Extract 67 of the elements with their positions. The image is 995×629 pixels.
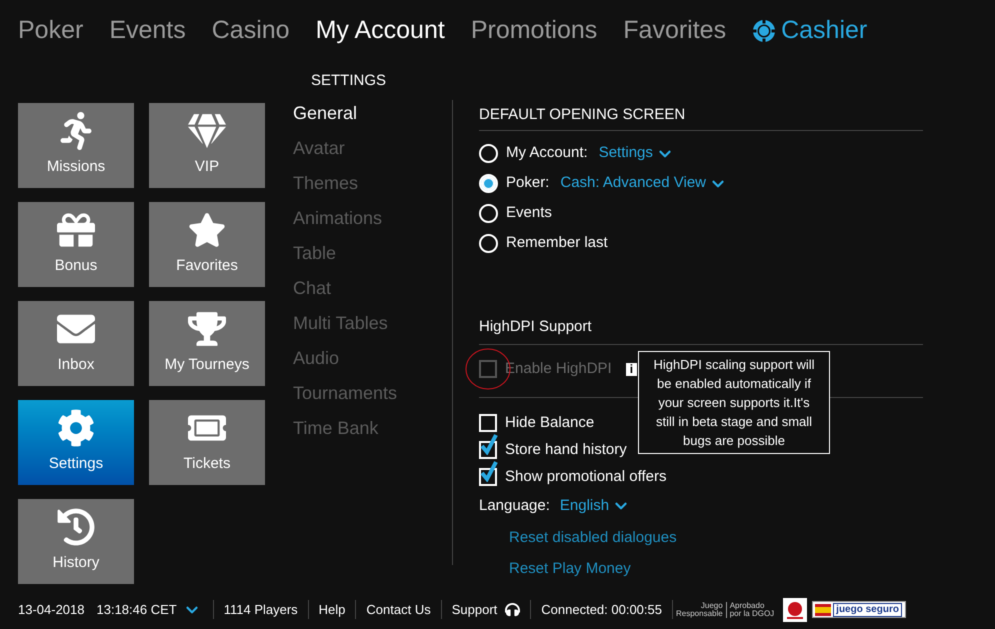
link[interactable]: Reset Play Money xyxy=(509,558,631,580)
settings-menu-item[interactable]: Audio xyxy=(293,347,452,370)
nav-tab[interactable]: Favorites xyxy=(623,12,726,50)
tooltip: HighDPI scaling support will be enabled automatically if your screen supports it.It's still in beta stage and small bugs are possible xyxy=(638,351,830,454)
menu-tile[interactable]: VIP xyxy=(149,103,265,188)
settings-menu-item[interactable]: Animations xyxy=(293,207,452,230)
nav-tab[interactable]: My Account xyxy=(316,12,445,50)
radio-button[interactable] xyxy=(479,174,498,193)
settings-menu-item[interactable]: Themes xyxy=(293,172,452,195)
nav-tab[interactable]: Events xyxy=(109,12,186,50)
radio-label: Poker: xyxy=(506,173,550,194)
settings-menu-item[interactable]: Avatar xyxy=(293,137,452,160)
language-label: Language: xyxy=(479,496,550,516)
nav-tab[interactable]: Promotions xyxy=(470,12,598,50)
dropdown[interactable]: Cash: Advanced View xyxy=(560,172,728,195)
help-link[interactable]: Help xyxy=(308,600,356,620)
menu-tile[interactable]: Favorites xyxy=(149,202,265,287)
section-heading: HighDPI Support xyxy=(479,316,923,345)
menu-tile[interactable]: Bonus xyxy=(18,202,134,287)
settings-menu-item[interactable]: General xyxy=(293,102,452,125)
language-dropdown[interactable]: English xyxy=(560,495,630,518)
gift-icon xyxy=(57,211,95,250)
radio-button[interactable] xyxy=(479,144,498,163)
menu-tile[interactable]: History xyxy=(18,499,134,584)
contact-link[interactable]: Contact Us xyxy=(356,600,442,620)
menu-tile[interactable]: My Tourneys xyxy=(149,301,265,386)
settings-menu-item[interactable]: Multi Tables xyxy=(293,312,452,335)
headset-icon xyxy=(505,602,520,617)
menu-tile[interactable]: Tickets xyxy=(149,400,265,485)
section-heading: DEFAULT OPENING SCREEN xyxy=(479,104,923,130)
settings-menu-item[interactable]: Tournaments xyxy=(293,382,452,405)
responsible-gaming-text: Juego Responsable xyxy=(673,602,727,618)
radio-label: Remember last xyxy=(506,233,608,254)
time-dropdown[interactable]: 13:18:46 CET xyxy=(96,600,214,620)
flag-icon xyxy=(815,604,832,616)
settings-menu-item[interactable]: Time Bank xyxy=(293,417,452,440)
nav-tab[interactable]: Poker xyxy=(18,12,84,50)
dropdown[interactable]: Settings xyxy=(598,142,674,165)
dgoj-approval-text: Aprobado por la DGOJ xyxy=(728,602,776,618)
nav-tab[interactable]: Cashier xyxy=(752,12,868,50)
nav-tab[interactable]: Casino xyxy=(212,12,290,50)
safe-gaming-badge: juego seguro xyxy=(812,601,906,618)
diamond-icon xyxy=(188,112,226,150)
connection-status: Connected: 00:00:55 xyxy=(531,600,673,620)
settings-icon xyxy=(57,409,95,448)
seal-logo-icon xyxy=(783,598,808,622)
menu-tile[interactable]: Inbox xyxy=(18,301,134,386)
checkbox-label: Hide Balance xyxy=(505,412,594,433)
history-icon xyxy=(57,508,95,546)
trophy-icon xyxy=(188,310,226,348)
radio-label: Events xyxy=(506,203,552,224)
radio-label: My Account: xyxy=(506,143,588,164)
radio-button[interactable] xyxy=(479,204,498,223)
section-title: SETTINGS xyxy=(311,70,386,91)
menu-tile[interactable]: Missions xyxy=(18,103,134,188)
radio-button[interactable] xyxy=(479,234,498,253)
checkbox-label: Store hand history xyxy=(505,440,627,460)
settings-menu-item[interactable]: Table xyxy=(293,242,452,265)
checkbox-label: Show promotional offers xyxy=(505,466,666,487)
date: 13-04-2018 xyxy=(18,600,84,619)
player-count: 1114 Players xyxy=(214,600,309,620)
poker-chip-icon xyxy=(752,19,776,43)
star-icon xyxy=(188,211,226,250)
settings-menu-item[interactable]: Chat xyxy=(293,277,452,300)
menu-tile[interactable]: Settings xyxy=(18,400,134,485)
link[interactable]: Reset disabled dialogues xyxy=(509,526,677,549)
support-link[interactable]: Support xyxy=(442,600,532,620)
